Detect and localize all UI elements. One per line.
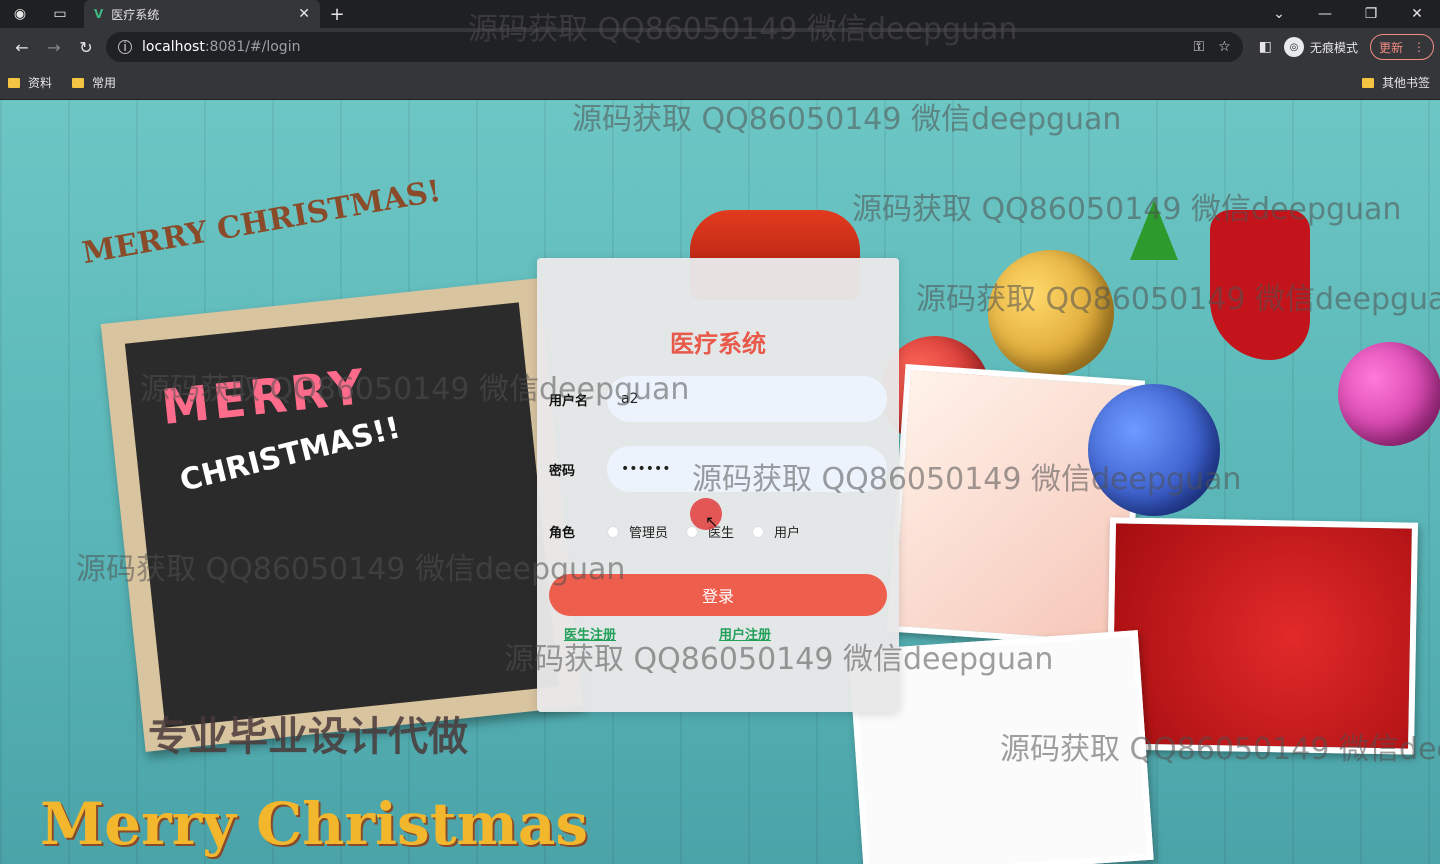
incognito-icon: ◎ <box>1283 37 1304 57</box>
update-button[interactable]: 更新 ⋮ <box>1369 34 1434 60</box>
close-window-icon[interactable]: ✕ <box>1394 6 1440 22</box>
folder-icon <box>1361 77 1374 88</box>
update-label: 更新 <box>1378 40 1403 55</box>
watermark: 源码获取 QQ86050149 微信deepguan <box>852 192 1402 227</box>
incognito-indicator[interactable]: ◎ 无痕模式 <box>1283 37 1358 57</box>
new-tab-button[interactable]: + <box>320 4 354 25</box>
bookmark-folder[interactable]: 资料 <box>8 74 52 91</box>
tab-bar: ◉ ▭ V 医疗系统 ✕ + ⌄ — ❐ ✕ <box>0 0 1440 28</box>
stocking-decoration <box>1210 210 1310 360</box>
side-panel-icon[interactable]: ◧ <box>1259 39 1272 55</box>
role-user-radio[interactable]: 用户 <box>752 522 800 541</box>
gold-ornament <box>988 250 1114 376</box>
merry-christmas-banner: Merry Christmas <box>40 790 589 858</box>
forward-icon[interactable]: → <box>38 38 70 57</box>
chalkboard-surface: MERRY CHRISTMAS!! <box>124 302 560 728</box>
pink-ornament <box>1338 342 1440 446</box>
window-controls: ⌄ — ❐ ✕ <box>1256 0 1440 28</box>
close-tab-icon[interactable]: ✕ <box>298 6 310 22</box>
restore-icon[interactable]: ❐ <box>1348 6 1394 22</box>
tree-ornament-icon <box>1130 200 1178 260</box>
bookmark-label: 资料 <box>28 76 53 90</box>
bookmarks-bar: 资料 常用 其他书签 <box>0 66 1440 100</box>
url-host: localhost <box>142 39 205 55</box>
username-input[interactable] <box>607 376 887 422</box>
role-option-label: 用户 <box>774 526 801 541</box>
radio-circle-icon <box>752 525 765 538</box>
password-label: 密码 <box>549 463 576 479</box>
watermark: 源码获取 QQ86050149 微信deepguan <box>572 102 1122 137</box>
back-icon[interactable]: ← <box>6 38 38 57</box>
mouse-cursor-icon: ↖ <box>705 512 719 531</box>
role-label: 角色 <box>549 526 576 541</box>
reload-icon[interactable]: ↻ <box>70 38 102 57</box>
photo-christmas-tree <box>1105 517 1419 755</box>
incognito-label: 无痕模式 <box>1309 40 1358 55</box>
key-icon[interactable]: ⚿ <box>1194 39 1205 55</box>
tab-title: 医疗系统 <box>111 7 160 22</box>
url-input[interactable]: i localhost :8081/#/login ⚿ ☆ <box>106 32 1243 62</box>
role-option-label: 管理员 <box>629 526 669 541</box>
other-bookmarks-label: 其他书签 <box>1381 76 1430 90</box>
other-bookmarks[interactable]: 其他书签 <box>1361 74 1430 91</box>
url-path: :8081/#/login <box>204 39 301 55</box>
role-admin-radio[interactable]: 管理员 <box>607 522 668 541</box>
username-label: 用户名 <box>549 393 589 409</box>
site-info-icon[interactable]: i <box>118 40 132 54</box>
browser-profile-icon[interactable]: ◉ <box>0 6 40 22</box>
login-button[interactable]: 登录 <box>549 574 887 616</box>
chalkboard: MERRY CHRISTMAS!! <box>100 278 584 752</box>
tab-list-icon[interactable]: ⌄ <box>1256 6 1302 22</box>
tab-active[interactable]: V 医疗系统 ✕ <box>84 0 320 28</box>
blue-ornament <box>1088 384 1220 516</box>
more-menu-icon: ⋮ <box>1413 40 1425 54</box>
user-register-link[interactable]: 用户注册 <box>719 624 771 643</box>
login-title: 医疗系统 <box>670 330 766 358</box>
login-card: 医疗系统 用户名 密码 角色 管理员 医生 用户 登录 医生注册 <box>537 258 899 712</box>
password-input[interactable] <box>607 446 887 492</box>
radio-circle-icon <box>607 525 619 538</box>
folder-icon <box>72 77 85 88</box>
folder-icon <box>8 77 20 88</box>
password-row: 密码 <box>549 446 887 492</box>
tab-search-icon[interactable]: ▭ <box>40 6 80 22</box>
address-bar: ← → ↻ i localhost :8081/#/login ⚿ ☆ ◧ ◎ … <box>0 28 1440 66</box>
bookmark-label: 常用 <box>92 76 117 90</box>
star-icon[interactable]: ☆ <box>1218 39 1231 55</box>
bookmark-folder[interactable]: 常用 <box>72 74 116 91</box>
minimize-icon[interactable]: — <box>1302 6 1348 22</box>
merry-christmas-doodle: MERRY CHRISTMAS! <box>79 173 444 272</box>
doctor-register-link[interactable]: 医生注册 <box>564 624 616 643</box>
vue-logo-icon: V <box>94 7 104 21</box>
login-page: MERRY CHRISTMAS! MERRY CHRISTMAS!! 专业毕业设… <box>0 100 1440 864</box>
username-row: 用户名 <box>549 376 887 422</box>
promo-text: 专业毕业设计代做 <box>148 714 468 760</box>
